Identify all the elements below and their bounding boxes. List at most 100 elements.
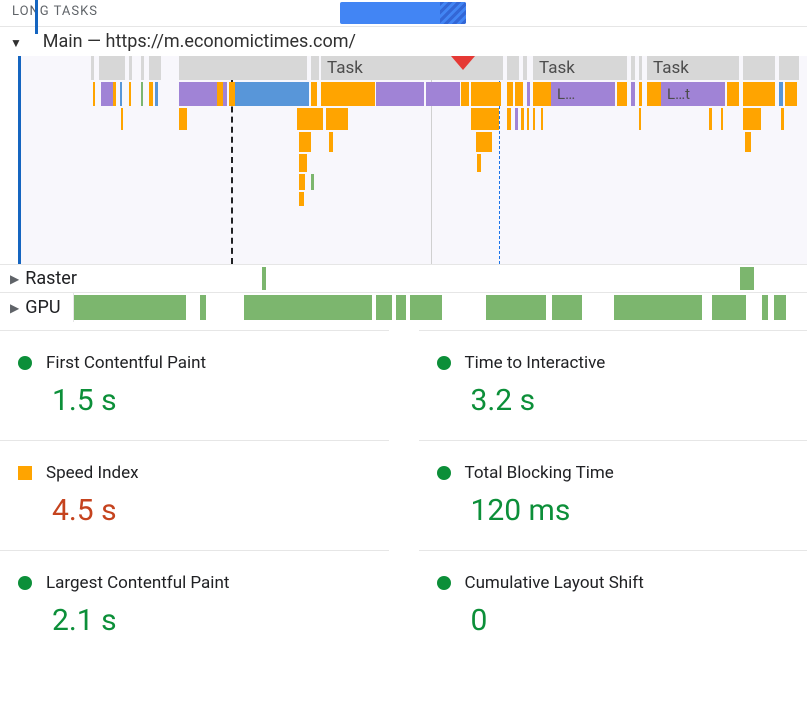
- raster-label: Raster: [25, 268, 77, 289]
- frame-seg: [507, 82, 513, 106]
- gpu-event: [200, 295, 206, 320]
- frame-seg: [113, 82, 116, 106]
- frame-seg: [299, 174, 305, 190]
- task-block[interactable]: Task: [533, 56, 627, 80]
- frame-seg: [471, 108, 499, 130]
- metric-card[interactable]: Total Blocking Time 120 ms: [419, 440, 807, 550]
- main-flame-chart[interactable]: Task Task Task: [18, 56, 807, 264]
- metric-card[interactable]: Time to Interactive3.2 s: [419, 330, 807, 440]
- frame-block[interactable]: L…: [551, 82, 615, 106]
- task-seg: [179, 56, 307, 80]
- frame-block[interactable]: L…t: [661, 82, 725, 106]
- metric-value: 3.2 s: [437, 383, 796, 418]
- frame-seg: [743, 108, 761, 130]
- task-block[interactable]: Task: [321, 56, 503, 80]
- frame-seg: [321, 82, 375, 106]
- task-seg: [523, 56, 527, 80]
- long-task-bar[interactable]: [340, 2, 466, 24]
- metric-label: Largest Contentful Paint: [46, 573, 229, 593]
- task-seg: [99, 56, 125, 80]
- frame-seg: [647, 82, 661, 106]
- main-thread-title: Main — https://m.economictimes.com/: [43, 31, 356, 52]
- long-tasks-row: LONG TASKS: [0, 0, 807, 26]
- main-thread-header[interactable]: ▼ Main — https://m.economictimes.com/: [0, 27, 807, 56]
- task-seg: [631, 56, 635, 80]
- frame-seg: [781, 108, 784, 130]
- frame-seg: [639, 82, 642, 106]
- chevron-right-icon: ▶: [10, 272, 19, 286]
- frame-seg: [617, 82, 627, 106]
- frame-seg: [727, 82, 739, 106]
- long-task-hatch: [440, 2, 466, 24]
- task-seg: [743, 56, 775, 80]
- frame-seg: [326, 108, 348, 130]
- metric-value: 1.5 s: [18, 383, 377, 418]
- task-seg: [639, 56, 642, 80]
- task-seg: [91, 56, 94, 80]
- frame-seg: [471, 82, 501, 106]
- frame-seg: [745, 132, 751, 152]
- frame-seg: [299, 154, 307, 172]
- frame-seg: [426, 82, 460, 106]
- frame-seg: [779, 82, 783, 106]
- frame-seg: [785, 82, 797, 106]
- metric-value: 120 ms: [437, 493, 796, 528]
- metric-card[interactable]: Largest Contentful Paint 2.1 s: [0, 550, 389, 660]
- frame-seg: [120, 82, 122, 106]
- metric-label: Cumulative Layout Shift: [465, 573, 644, 593]
- frame-seg: [527, 82, 530, 106]
- frame-seg: [223, 82, 227, 106]
- metrics-panel: First Contentful Paint 1.5 s Time to Inter…: [0, 330, 807, 660]
- frame-seg: [507, 108, 511, 130]
- frame-seg: [533, 108, 535, 130]
- warning-icon: [451, 56, 475, 70]
- raster-track[interactable]: ▶ Raster: [0, 264, 807, 292]
- gpu-event: [614, 295, 702, 320]
- gpu-event: [774, 295, 786, 320]
- frame-seg: [515, 82, 523, 106]
- frame-seg: [329, 132, 333, 152]
- frame-seg: [155, 82, 158, 106]
- frame-seg: [521, 108, 524, 130]
- frame-seg: [721, 108, 723, 130]
- metric-label: Total Blocking Time: [465, 463, 614, 483]
- task-seg: [507, 56, 519, 80]
- metric-value: 2.1 s: [18, 603, 377, 638]
- task-seg: [311, 56, 319, 80]
- frame-seg: [121, 108, 123, 130]
- frame-seg: [235, 82, 309, 106]
- frame-seg: [541, 108, 543, 130]
- gpu-track[interactable]: ▶ GPU: [0, 292, 807, 322]
- task-seg: [129, 56, 132, 80]
- gpu-event: [70, 295, 186, 320]
- gpu-event: [552, 295, 582, 320]
- status-dot-icon: [18, 356, 32, 370]
- frame-seg: [179, 108, 187, 130]
- frame-seg: [639, 108, 641, 130]
- metric-card[interactable]: Cumulative Layout Shift0: [419, 550, 807, 660]
- frame-seg: [141, 82, 143, 106]
- raster-event: [740, 267, 754, 290]
- metric-label: Speed Index: [46, 463, 139, 483]
- task-seg: [149, 56, 161, 80]
- status-dot-icon: [437, 466, 451, 480]
- gpu-event: [762, 295, 768, 320]
- frame-seg: [743, 82, 775, 106]
- frame-seg: [101, 82, 113, 106]
- raster-event: [262, 267, 266, 290]
- long-tasks-label: LONG TASKS: [12, 4, 98, 19]
- metric-value: 4.5 s: [18, 493, 377, 528]
- frame-seg: [299, 132, 311, 152]
- metric-card[interactable]: Speed Index 4.5 s: [0, 440, 389, 550]
- frame-seg: [311, 82, 317, 106]
- status-dot-icon: [437, 356, 451, 370]
- task-seg: [779, 56, 799, 80]
- task-block[interactable]: Task: [647, 56, 739, 80]
- task-seg: [141, 56, 144, 80]
- frame-seg: [515, 108, 518, 130]
- main-thread-section: ▼ Main — https://m.economictimes.com/ Ta…: [0, 26, 807, 264]
- metric-card[interactable]: First Contentful Paint 1.5 s: [0, 330, 389, 440]
- frame-seg: [533, 82, 551, 106]
- frame-seg: [527, 108, 529, 130]
- metric-label: First Contentful Paint: [46, 353, 206, 373]
